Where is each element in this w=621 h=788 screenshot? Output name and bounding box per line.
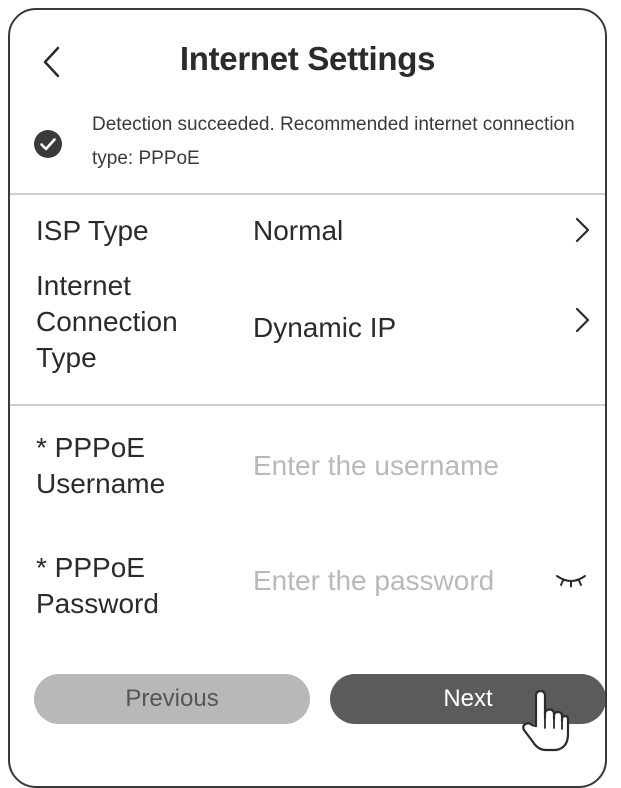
pppoe-password-label-line: * PPPoE <box>36 552 145 583</box>
connection-type-label-line: Internet <box>36 270 131 301</box>
connection-type-label: Internet Connection Type <box>36 268 178 376</box>
pppoe-username-input[interactable] <box>253 450 553 482</box>
connection-type-value: Dynamic IP <box>253 312 397 343</box>
previous-button[interactable]: Previous <box>34 674 310 724</box>
page-title: Internet Settings <box>179 40 436 77</box>
isp-type-value: Normal <box>253 215 344 246</box>
connection-type-label-line: Connection <box>36 306 178 337</box>
check-circle-icon <box>34 130 62 158</box>
pppoe-password-label: * PPPoE Password <box>36 550 159 622</box>
divider <box>10 404 605 406</box>
header: Internet Settings <box>10 10 605 110</box>
pppoe-password-label-line: Password <box>36 588 159 619</box>
pppoe-username-label-line: Username <box>36 468 166 499</box>
chevron-right-icon[interactable] <box>573 305 591 335</box>
chevron-right-icon[interactable] <box>573 215 591 245</box>
isp-type-label: ISP Type <box>36 215 149 246</box>
pppoe-username-label-line: * PPPoE <box>36 432 145 463</box>
detection-banner: Detection succeeded. Recommended interne… <box>34 104 591 184</box>
internet-settings-panel: Internet Settings Detection succeeded. R… <box>8 8 607 788</box>
hand-pointer-icon <box>522 689 570 752</box>
eye-closed-icon[interactable] <box>555 571 587 589</box>
pppoe-username-label: * PPPoE Username <box>36 430 165 502</box>
pppoe-password-input[interactable] <box>253 565 538 597</box>
detection-message: Detection succeeded. Recommended interne… <box>92 114 575 169</box>
divider <box>10 193 605 195</box>
connection-type-label-line: Type <box>36 342 97 373</box>
